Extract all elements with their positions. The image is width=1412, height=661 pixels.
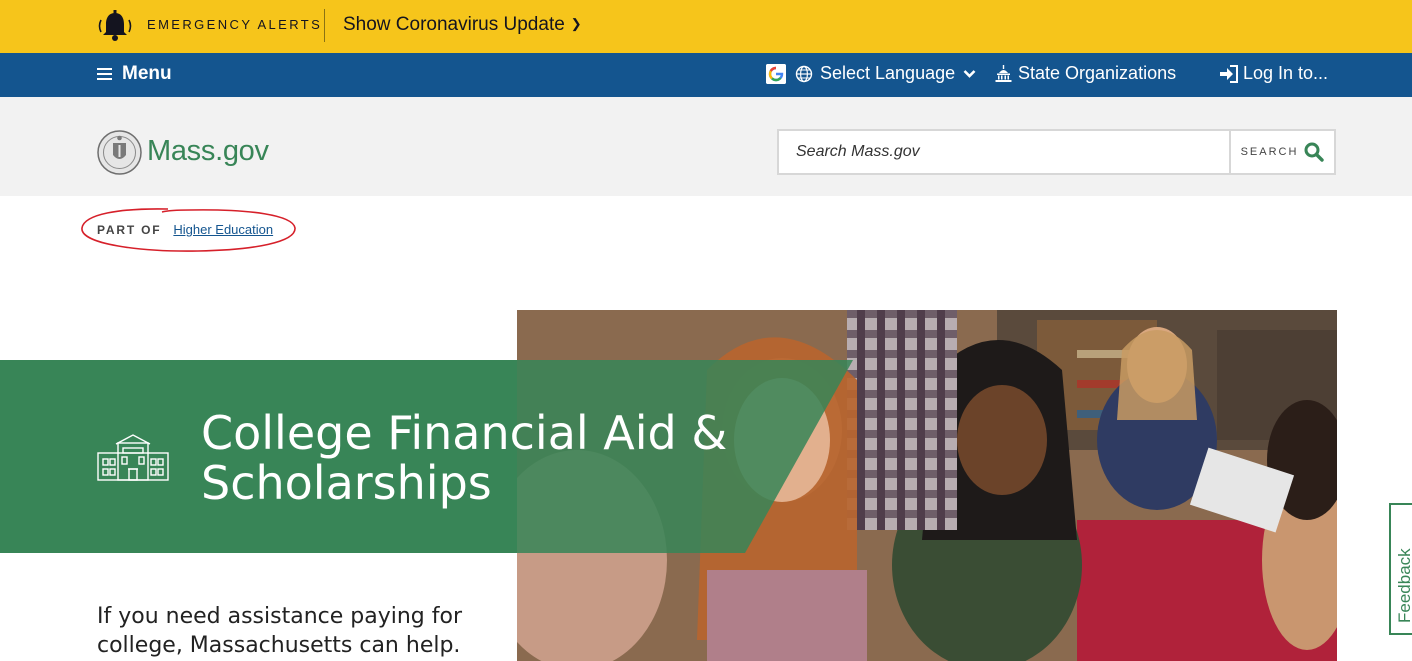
higher-education-link[interactable]: Higher Education (173, 222, 273, 237)
menu-label: Menu (122, 63, 172, 84)
chevron-down-icon (963, 69, 976, 78)
site-wordmark[interactable]: Mass.gov (147, 135, 269, 168)
emergency-alerts-label: EMERGENCY ALERTS (147, 17, 323, 32)
page-title: College Financial Aid & Scholarships (201, 406, 728, 510)
google-icon (766, 63, 786, 84)
select-language-button[interactable]: Select Language (766, 63, 976, 84)
search-button-label: SEARCH (1240, 146, 1299, 158)
log-in-label: Log In to... (1243, 63, 1329, 83)
show-update-button[interactable]: Show Coronavirus Update ❯ (343, 14, 582, 36)
hamburger-icon (97, 68, 112, 80)
school-building-icon (97, 434, 169, 481)
part-of-breadcrumb: PART OF Higher Education (97, 222, 273, 237)
search-input[interactable] (779, 131, 1229, 173)
state-seal-icon[interactable] (97, 130, 142, 175)
page-lede: If you need assistance paying for colleg… (97, 604, 462, 658)
emergency-alerts-bar: EMERGENCY ALERTS Show Coronavirus Update… (0, 0, 1412, 53)
select-language-label: Select Language (820, 63, 956, 83)
bell-icon (98, 10, 132, 41)
site-search: SEARCH (777, 129, 1336, 175)
site-header: Mass.gov SEARCH (0, 97, 1412, 196)
log-in-button[interactable]: Log In to... (1219, 63, 1328, 84)
feedback-tab[interactable]: Feedback (1389, 503, 1412, 635)
menu-button[interactable]: Menu (97, 63, 172, 85)
part-of-label: PART OF (97, 223, 162, 237)
capitol-icon (995, 65, 1012, 82)
state-organizations-label: State Organizations (1018, 63, 1177, 83)
chevron-down-icon: ❯ (570, 16, 582, 31)
search-icon (1304, 142, 1325, 162)
alerts-divider (324, 9, 325, 42)
feedback-label: Feedback (1395, 548, 1412, 623)
state-organizations-button[interactable]: State Organizations (995, 63, 1176, 84)
search-button[interactable]: SEARCH (1229, 131, 1334, 173)
sign-in-icon (1220, 64, 1238, 83)
utility-nav: Menu Select Language State Organizations… (0, 53, 1412, 97)
show-update-label: Show Coronavirus Update (343, 14, 565, 35)
globe-icon (795, 65, 813, 82)
